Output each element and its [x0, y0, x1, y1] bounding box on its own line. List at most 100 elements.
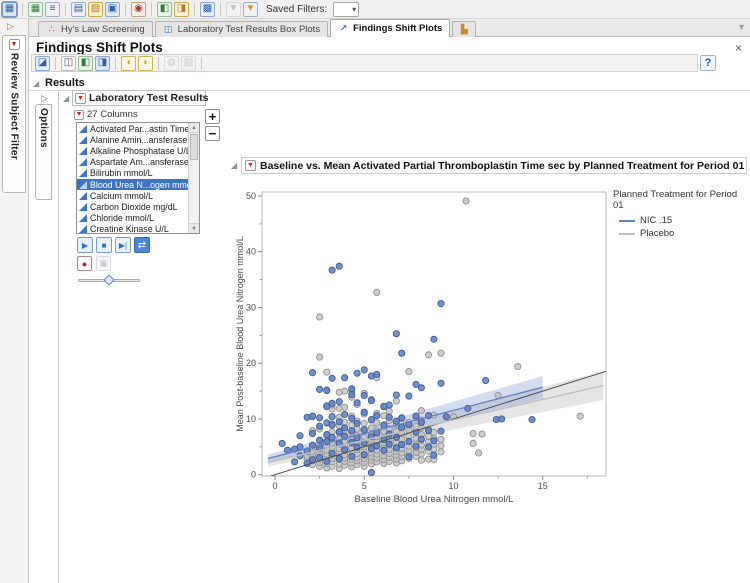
- column-item-label: Carbon Dioxide mg/dL: [90, 202, 178, 212]
- results-outline-header: ◢ Results: [29, 76, 750, 91]
- new-window-icon[interactable]: ◫: [61, 56, 76, 71]
- column-item[interactable]: Alanine Amin...ansferase U/L: [77, 134, 199, 145]
- red-triangle-icon[interactable]: ▼: [75, 93, 86, 104]
- continuous-column-icon: [79, 169, 87, 177]
- svg-text:40: 40: [246, 247, 256, 257]
- column-item[interactable]: Carbon Dioxide mg/dL: [77, 201, 199, 212]
- continuous-column-icon: [79, 158, 87, 166]
- copy-report-icon[interactable]: ◧: [157, 2, 172, 17]
- column-item-label: Blood Urea N...ogen mmol/L: [90, 180, 200, 190]
- journal-icon[interactable]: ◨: [174, 2, 189, 17]
- columns-panel-title: Laboratory Test Results: [89, 92, 208, 104]
- column-item[interactable]: Aspartate Am...ansferase U/L: [77, 157, 199, 168]
- column-item-label: Creatine Kinase U/L: [90, 224, 169, 234]
- report-thumbnail-tab[interactable]: ▙: [452, 21, 476, 37]
- subject-profile-icon[interactable]: ◪: [35, 56, 50, 71]
- column-item[interactable]: Creatine Kinase U/L: [77, 224, 199, 234]
- column-item[interactable]: Bilirubin mmol/L: [77, 168, 199, 179]
- stop-button[interactable]: ■: [96, 237, 112, 253]
- continuous-column-icon: [79, 125, 87, 133]
- column-item-label: Activated Par...astin Time sec: [90, 124, 200, 134]
- legend-entry[interactable]: NIC .15: [619, 215, 750, 226]
- clear-filter-icon[interactable]: ▼: [226, 2, 241, 17]
- scrollbar-thumb[interactable]: [190, 134, 198, 160]
- tab-findings-shift-plots[interactable]: ↗Findings Shift Plots: [330, 19, 450, 37]
- report-doc-icon[interactable]: ▤: [71, 2, 86, 17]
- annotate-search-icon[interactable]: ◗: [138, 56, 153, 71]
- chart-legend: Planned Treatment for Period 01 NIC .15P…: [613, 189, 750, 239]
- report-window-icon[interactable]: ▦: [2, 2, 17, 17]
- column-list-icon[interactable]: ≡: [45, 2, 60, 17]
- review-subject-filter-label: Review Subject Filter: [9, 53, 20, 160]
- toolbar-separator: [115, 57, 116, 70]
- column-item[interactable]: Alkaline Phosphatase U/L: [77, 145, 199, 156]
- legend-line-swatch: [619, 233, 635, 235]
- record-button[interactable]: ●: [77, 256, 92, 271]
- expand-rail-chevron-icon[interactable]: ▷: [7, 21, 14, 32]
- slider-thumb[interactable]: [103, 274, 114, 285]
- y-axis-label: Mean Post-baseline Blood Urea Nitrogen m…: [235, 236, 245, 432]
- tab-hy-s-law-screening[interactable]: ∴Hy's Law Screening: [38, 21, 153, 37]
- report-tab-strip: ∴Hy's Law Screening◫Laboratory Test Resu…: [0, 19, 750, 37]
- save-graph-icon[interactable]: ◨: [95, 56, 110, 71]
- red-triangle-icon[interactable]: ▼: [9, 39, 20, 50]
- image-export-icon[interactable]: ▨: [181, 56, 196, 71]
- bar-chart-icon: ▙: [459, 24, 470, 35]
- column-item-label: Alanine Amin...ansferase U/L: [90, 135, 200, 145]
- column-item-label: Bilirubin mmol/L: [90, 168, 153, 178]
- column-item[interactable]: Calcium mmol/L: [77, 190, 199, 201]
- open-folder-icon[interactable]: ▨: [88, 2, 103, 17]
- red-triangle-icon[interactable]: ▼: [245, 160, 256, 171]
- record-row: ● ▣: [77, 256, 111, 271]
- columns-listbox[interactable]: Activated Par...astin Time secAlanine Am…: [76, 122, 200, 234]
- query-builder-icon[interactable]: ◉: [131, 2, 146, 17]
- data-table-icon[interactable]: ▦: [28, 2, 43, 17]
- column-item[interactable]: Activated Par...astin Time sec: [77, 123, 199, 134]
- saved-filters-dropdown[interactable]: ▾: [333, 2, 359, 17]
- svg-text:20: 20: [246, 358, 256, 368]
- continuous-column-icon: [79, 225, 87, 233]
- svg-text:15: 15: [538, 481, 548, 491]
- collapse-panel-icon[interactable]: ◢: [63, 94, 69, 103]
- animation-speed-slider[interactable]: [78, 275, 140, 287]
- help-button[interactable]: ?: [700, 55, 716, 71]
- play-button[interactable]: ▶: [77, 237, 93, 253]
- scroll-up-icon[interactable]: ▲: [189, 123, 199, 133]
- column-item-label: Chloride mmol/L: [90, 213, 154, 223]
- filter-icon[interactable]: ▼: [737, 22, 746, 32]
- loop-button[interactable]: ⇄: [134, 237, 150, 253]
- step-button[interactable]: ▶|: [115, 237, 131, 253]
- save-animation-button[interactable]: ▣: [96, 256, 111, 271]
- picture-icon[interactable]: ▩: [200, 2, 215, 17]
- edit-filter-icon[interactable]: ▼: [243, 2, 258, 17]
- review-subject-filter-rail: ▷ ▼ Review Subject Filter: [0, 19, 29, 583]
- column-item[interactable]: Chloride mmol/L: [77, 213, 199, 224]
- collapse-results-icon[interactable]: ◢: [33, 79, 39, 88]
- scroll-down-icon[interactable]: ▼: [189, 223, 199, 233]
- toolbar-separator: [125, 3, 126, 16]
- collapse-chart-icon[interactable]: ◢: [231, 161, 237, 170]
- options-tab[interactable]: Options: [35, 104, 52, 200]
- copy-graph-icon[interactable]: ◧: [78, 56, 93, 71]
- jmp-clinical-window: ▦▦≡▤▨▣◉◧◨▩▼▼ Saved Filters: ▾ ∴Hy's Law …: [0, 0, 750, 583]
- legend-entry[interactable]: Placebo: [619, 228, 750, 239]
- review-subject-filter-tab[interactable]: ▼ Review Subject Filter: [2, 35, 26, 193]
- saved-filters-label: Saved Filters:: [266, 4, 327, 15]
- main-toolbar: ▦▦≡▤▨▣◉◧◨▩▼▼ Saved Filters: ▾: [0, 0, 750, 19]
- annotate-icon[interactable]: ◖: [121, 56, 136, 71]
- red-triangle-icon[interactable]: ▼: [74, 110, 84, 120]
- toolbar-separator: [55, 57, 56, 70]
- results-header-label: Results: [45, 77, 85, 89]
- tab-laboratory-test-results-box-plots[interactable]: ◫Laboratory Test Results Box Plots: [155, 21, 328, 37]
- add-column-button[interactable]: +: [205, 109, 220, 124]
- close-icon[interactable]: ×: [735, 42, 742, 54]
- expand-options-chevron-icon[interactable]: ▷: [41, 93, 48, 104]
- column-item[interactable]: Blood Urea N...ogen mmol/L: [77, 179, 199, 190]
- column-item-label: Alkaline Phosphatase U/L: [90, 146, 191, 156]
- remove-column-button[interactable]: −: [205, 126, 220, 141]
- save-icon[interactable]: ▣: [105, 2, 120, 17]
- tab-label: Hy's Law Screening: [61, 24, 145, 35]
- toolbar-separator: [65, 3, 66, 16]
- web-report-icon[interactable]: ◍: [164, 56, 179, 71]
- list-scrollbar[interactable]: ▲ ▼: [188, 123, 199, 233]
